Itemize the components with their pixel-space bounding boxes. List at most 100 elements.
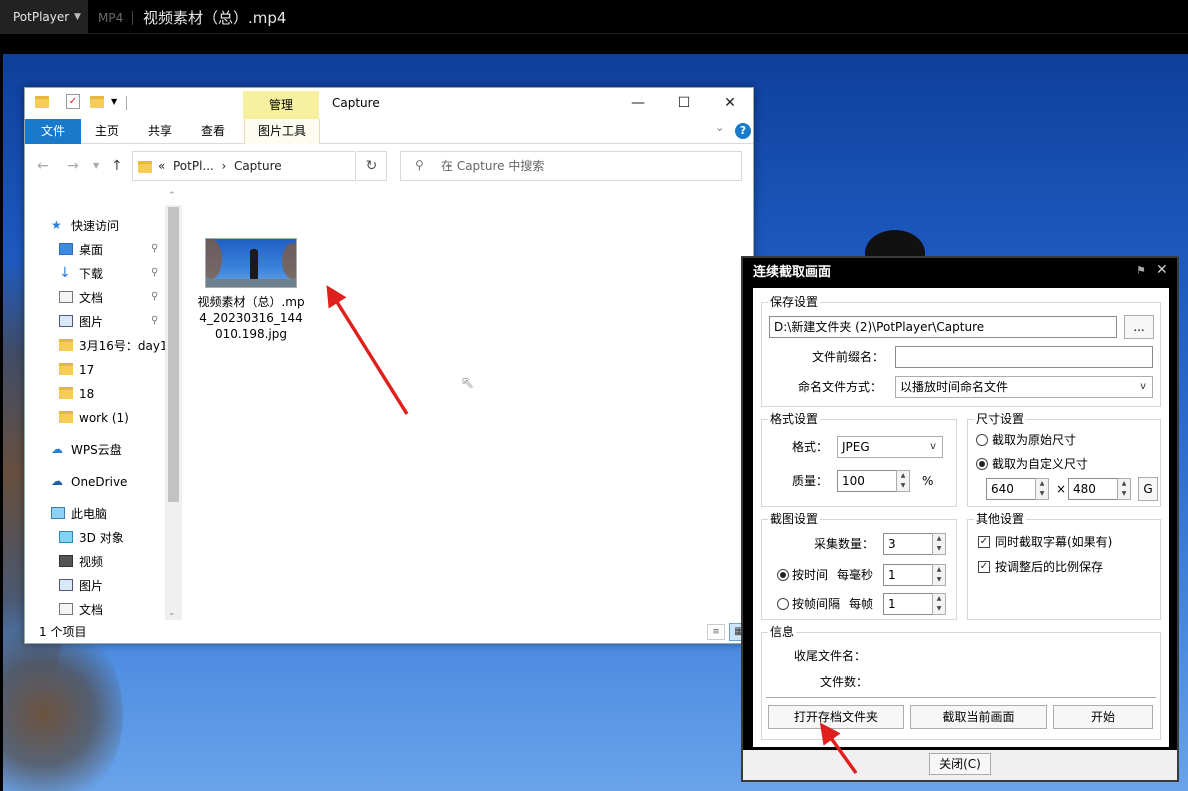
address-bar[interactable]: « PotPl... › Capture ⌄ <box>132 151 453 181</box>
player-menu-button[interactable]: PotPlayer ▼ <box>0 0 88 34</box>
quality-field[interactable]: 100 <box>837 470 897 492</box>
by-frame-label[interactable]: 按帧间隔 <box>792 593 840 615</box>
new-folder-icon[interactable] <box>90 96 104 108</box>
g-button[interactable]: G <box>1138 477 1158 501</box>
arrow-down-icon[interactable]: ▼ <box>933 544 945 554</box>
pin-icon[interactable]: ⚑ <box>1136 264 1146 277</box>
back-arrow-icon[interactable]: ← <box>37 158 49 174</box>
scroll-up-icon[interactable]: ⌃ <box>168 191 176 201</box>
by-frame-field[interactable]: 1 <box>883 593 933 615</box>
arrow-up-icon[interactable]: ▲ <box>933 534 945 544</box>
tab-share[interactable]: 共享 <box>148 119 172 144</box>
by-time-label[interactable]: 按时间 <box>792 564 828 586</box>
arrow-up-icon[interactable]: ▲ <box>1118 479 1130 489</box>
pin-icon[interactable]: ⚲ <box>151 239 158 259</box>
width-stepper[interactable]: ▲ ▼ <box>1035 478 1049 500</box>
format-select[interactable]: JPEG v <box>837 436 943 458</box>
size-original-label[interactable]: 截取为原始尺寸 <box>992 429 1076 451</box>
search-input[interactable]: ⚲ 在 Capture 中搜索 <box>400 151 742 181</box>
sidebar-item[interactable]: ↓ 下载 ⚲ <box>59 263 165 283</box>
ribbon-collapse-icon[interactable]: ⌄ <box>715 121 724 134</box>
sidebar-item[interactable]: ★ 快速访问 <box>51 215 165 235</box>
recent-dropdown-icon[interactable]: ▼ <box>93 161 99 170</box>
sidebar-item[interactable]: 视频 <box>59 551 165 571</box>
tab-picture-tools[interactable]: 图片工具 <box>244 119 320 144</box>
sidebar-item[interactable]: 3D 对象 <box>59 527 165 547</box>
tab-view[interactable]: 查看 <box>201 119 225 144</box>
save-path-field[interactable]: D:\新建文件夹 (2)\PotPlayer\Capture <box>769 316 1117 338</box>
sidebar-item[interactable]: 此电脑 <box>51 503 165 523</box>
maximize-icon[interactable]: ☐ <box>661 88 707 119</box>
sidebar-item[interactable]: 文档 ⚲ <box>59 287 165 307</box>
size-custom-radio[interactable] <box>976 458 988 470</box>
details-view-icon[interactable]: ≡ <box>707 624 725 640</box>
sidebar-item[interactable]: 18 <box>59 383 165 403</box>
sidebar-item[interactable]: 桌面 ⚲ <box>59 239 165 259</box>
pin-icon[interactable]: ⚲ <box>151 311 158 331</box>
refresh-icon[interactable]: ↻ <box>357 151 387 181</box>
size-custom-label[interactable]: 截取为自定义尺寸 <box>992 453 1088 475</box>
close-icon[interactable]: ✕ <box>707 88 753 119</box>
naming-select[interactable]: 以播放时间命名文件 v <box>895 376 1153 398</box>
sidebar-item[interactable]: 17 <box>59 359 165 379</box>
arrow-up-icon[interactable]: ▲ <box>1036 479 1048 489</box>
width-field[interactable]: 640 <box>986 478 1036 500</box>
breadcrumb-potplayer[interactable]: PotPl... <box>173 159 214 173</box>
arrow-up-icon[interactable]: ▲ <box>933 594 945 604</box>
forward-arrow-icon[interactable]: → <box>67 158 79 174</box>
height-stepper[interactable]: ▲ ▼ <box>1117 478 1131 500</box>
context-tab-manage[interactable]: 管理 <box>243 91 319 119</box>
height-field[interactable]: 480 <box>1068 478 1118 500</box>
arrow-down-icon[interactable]: ▼ <box>897 481 909 491</box>
by-time-radio[interactable] <box>777 569 789 581</box>
close-button[interactable]: 关闭(C) <box>929 753 991 775</box>
close-icon[interactable]: ✕ <box>1156 262 1168 278</box>
breadcrumb-capture[interactable]: Capture <box>234 159 282 173</box>
sidebar-item[interactable]: ☁ WPS云盘 <box>51 439 165 459</box>
breadcrumb-overflow[interactable]: « <box>158 159 165 173</box>
arrow-up-icon[interactable]: ▲ <box>897 471 909 481</box>
quick-access-dropdown-icon[interactable]: ▼ <box>111 97 117 106</box>
ratio-checkbox[interactable]: ✓ <box>978 561 990 573</box>
sidebar-item[interactable]: 文档 <box>59 599 165 619</box>
count-stepper[interactable]: ▲ ▼ <box>932 533 946 555</box>
scroll-down-icon[interactable]: ⌄ <box>168 608 176 618</box>
sidebar-item[interactable]: ☁ OneDrive <box>51 471 165 491</box>
capture-current-button[interactable]: 截取当前画面 <box>910 705 1047 729</box>
browse-button[interactable]: ... <box>1124 315 1154 339</box>
arrow-down-icon[interactable]: ▼ <box>933 604 945 614</box>
open-folder-button[interactable]: 打开存档文件夹 <box>768 705 904 729</box>
subtitles-checkbox[interactable]: ✓ <box>978 536 990 548</box>
sidebar-item[interactable]: 图片 ⚲ <box>59 311 165 331</box>
by-frame-stepper[interactable]: ▲ ▼ <box>932 593 946 615</box>
by-frame-radio[interactable] <box>777 598 789 610</box>
sidebar-item[interactable]: 图片 <box>59 575 165 595</box>
ratio-label[interactable]: 按调整后的比例保存 <box>995 556 1103 578</box>
start-button[interactable]: 开始 <box>1053 705 1153 729</box>
count-field[interactable]: 3 <box>883 533 933 555</box>
quality-stepper[interactable]: ▲ ▼ <box>896 470 910 492</box>
continuous-capture-dialog[interactable]: 连续截取画面 ⚑ ✕ 保存设置 D:\新建文件夹 (2)\PotPlayer\C… <box>741 256 1179 782</box>
minimize-icon[interactable]: — <box>615 88 661 119</box>
up-arrow-icon[interactable]: ↑ <box>111 158 123 174</box>
prefix-field[interactable] <box>895 346 1153 368</box>
tab-home[interactable]: 主页 <box>95 119 119 144</box>
pin-icon[interactable]: ⚲ <box>151 287 158 307</box>
help-icon[interactable]: ? <box>735 123 751 139</box>
file-explorer-window[interactable]: ✓ ▼ 管理 Capture — ☐ ✕ 文件 主页 共享 查看 图片工具 ⌄ … <box>24 87 754 644</box>
sidebar-item[interactable]: work (1) <box>59 407 165 427</box>
tab-file[interactable]: 文件 <box>25 119 81 144</box>
size-original-radio[interactable] <box>976 434 988 446</box>
nav-scrollbar-thumb[interactable] <box>168 207 179 502</box>
navigation-pane[interactable]: ★ 快速访问 桌面 ⚲ ↓ 下载 ⚲ 文档 ⚲ 图片 ⚲ 3月16号：day1 17 18 work (1)… <box>25 205 181 620</box>
sidebar-item[interactable]: 3月16号：day1 <box>59 335 168 355</box>
arrow-down-icon[interactable]: ▼ <box>1036 489 1048 499</box>
arrow-down-icon[interactable]: ▼ <box>933 575 945 585</box>
by-time-stepper[interactable]: ▲ ▼ <box>932 564 946 586</box>
by-time-field[interactable]: 1 <box>883 564 933 586</box>
properties-check-icon[interactable]: ✓ <box>66 94 80 109</box>
subtitles-label[interactable]: 同时截取字幕(如果有) <box>995 531 1112 553</box>
explorer-title-bar[interactable]: ✓ ▼ 管理 Capture — ☐ ✕ <box>25 88 753 119</box>
arrow-down-icon[interactable]: ▼ <box>1118 489 1130 499</box>
pin-icon[interactable]: ⚲ <box>151 263 158 283</box>
